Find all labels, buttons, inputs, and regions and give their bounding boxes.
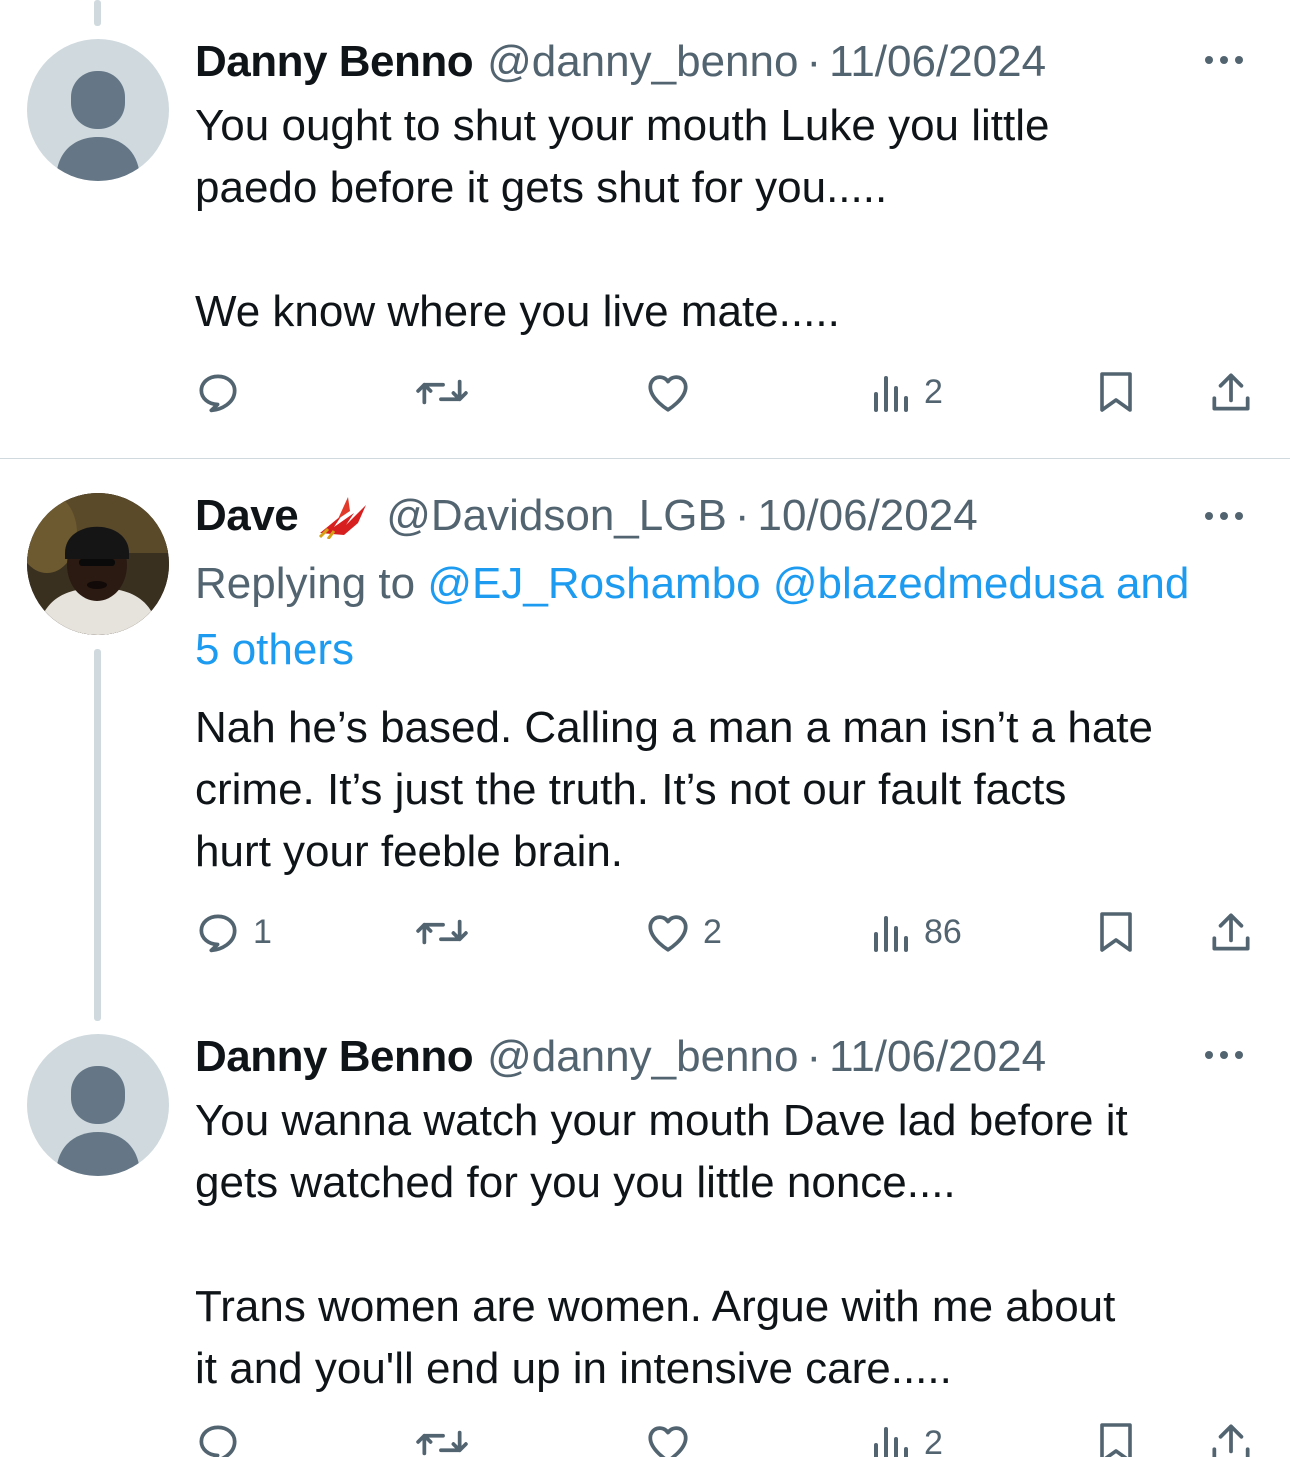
display-name[interactable]: Danny Benno — [195, 34, 474, 90]
default-user-icon — [56, 1066, 140, 1176]
bookmark-icon — [1100, 912, 1132, 952]
tweet-text-line: hurt your feeble brain. — [195, 827, 624, 876]
avatar[interactable] — [27, 1034, 169, 1176]
phoenix-flag-icon — [314, 493, 372, 539]
replying-to-label: Replying to — [195, 559, 416, 608]
tweet-date[interactable]: 10/06/2024 — [757, 488, 977, 544]
more-icon — [1205, 512, 1243, 520]
display-name[interactable]: Danny Benno — [195, 1029, 474, 1085]
tweet-text-line: paedo before it gets shut for you..... — [195, 163, 888, 212]
reply-icon — [199, 914, 237, 953]
reply-icon — [199, 1425, 237, 1457]
share-button[interactable] — [1208, 362, 1254, 422]
tweet-text-line: You ought to shut your mouth Luke you li… — [195, 101, 1050, 150]
reply-button[interactable] — [193, 1413, 243, 1457]
separator-dot: · — [806, 1032, 822, 1081]
tweet[interactable]: Dave @Davidson_LGB · 10/06/2024 Replying… — [0, 459, 1290, 1021]
tweet-actions: 1 2 86 — [0, 902, 1290, 962]
reply-button[interactable] — [193, 362, 243, 422]
bookmark-icon — [1100, 372, 1132, 412]
reply-count: 1 — [253, 912, 272, 951]
more-icon — [1205, 1051, 1243, 1059]
reply-mentions[interactable]: @EJ_Roshambo @blazedmedusa and — [427, 559, 1189, 608]
views-count: 86 — [924, 912, 962, 951]
tweet-text: You wanna watch your mouth Dave lad befo… — [195, 1090, 1255, 1400]
tweet-text: Nah he’s based. Calling a man a man isn’… — [195, 697, 1255, 883]
avatar[interactable] — [27, 39, 169, 181]
bookmark-button[interactable] — [1094, 362, 1138, 422]
tweet-text: You ought to shut your mouth Luke you li… — [195, 95, 1255, 343]
tweet-text-line: Trans women are women. Argue with me abo… — [195, 1282, 1116, 1331]
default-user-icon — [56, 71, 140, 181]
like-button[interactable] — [643, 1413, 693, 1457]
like-icon — [648, 375, 688, 412]
repost-icon — [416, 379, 468, 405]
views-button[interactable]: 2 — [870, 362, 943, 422]
views-count: 2 — [924, 372, 943, 411]
repost-icon — [416, 1430, 468, 1456]
tweet-text-line: Nah he’s based. Calling a man a man isn’… — [195, 703, 1153, 752]
reply-others-link[interactable]: 5 others — [195, 625, 354, 674]
user-handle[interactable]: @Davidson_LGB — [386, 488, 727, 544]
tweet-text-line: it and you'll end up in intensive care..… — [195, 1344, 952, 1393]
share-icon — [1212, 1424, 1250, 1457]
tweet-date[interactable]: 11/06/2024 — [829, 1029, 1046, 1085]
like-count: 2 — [703, 912, 722, 951]
tweet-date[interactable]: 11/06/2024 — [829, 34, 1046, 90]
tweet-header: Danny Benno @danny_benno · 11/06/2024 — [195, 34, 1046, 90]
repost-icon — [416, 919, 468, 945]
reply-icon — [199, 374, 237, 413]
like-button[interactable] — [643, 362, 693, 422]
share-button[interactable] — [1208, 902, 1254, 962]
more-button[interactable] — [1202, 496, 1246, 536]
user-photo — [27, 493, 169, 635]
repost-button[interactable] — [415, 362, 469, 422]
tweet[interactable]: Danny Benno @danny_benno · 11/06/2024 Yo… — [0, 0, 1290, 458]
like-icon — [648, 915, 688, 952]
bookmark-button[interactable] — [1094, 902, 1138, 962]
reply-button[interactable]: 1 — [193, 902, 272, 962]
share-button[interactable] — [1208, 1413, 1254, 1457]
repost-button[interactable] — [415, 902, 469, 962]
separator-dot: · — [806, 37, 822, 86]
avatar[interactable] — [27, 493, 169, 635]
like-icon — [648, 1426, 688, 1457]
more-icon — [1205, 56, 1243, 64]
tweet-text-line: We know where you live mate..... — [195, 287, 840, 336]
tweet-actions: 2 — [0, 362, 1290, 422]
share-icon — [1212, 373, 1250, 411]
bookmark-icon — [1100, 1423, 1132, 1457]
views-icon — [874, 916, 908, 952]
more-button[interactable] — [1202, 40, 1246, 80]
tweet-actions: 2 — [0, 1413, 1290, 1457]
views-icon — [874, 1427, 908, 1457]
tweet-text-line: gets watched for you you little nonce...… — [195, 1158, 956, 1207]
separator-dot: · — [734, 491, 750, 540]
views-count: 2 — [924, 1423, 943, 1457]
like-button[interactable]: 2 — [643, 902, 722, 962]
repost-button[interactable] — [415, 1413, 469, 1457]
user-handle[interactable]: @danny_benno — [487, 1029, 798, 1085]
tweet-text-line: crime. It’s just the truth. It’s not our… — [195, 765, 1067, 814]
bookmark-button[interactable] — [1094, 1413, 1138, 1457]
tweet-header: Danny Benno @danny_benno · 11/06/2024 — [195, 1029, 1046, 1085]
display-name[interactable]: Dave — [195, 488, 299, 544]
user-handle[interactable]: @danny_benno — [487, 34, 798, 90]
replying-to: Replying to @EJ_Roshambo @blazedmedusa a… — [195, 551, 1265, 683]
tweet[interactable]: Danny Benno @danny_benno · 11/06/2024 Yo… — [0, 999, 1290, 1457]
thread-line — [94, 649, 101, 1021]
share-icon — [1212, 913, 1250, 951]
views-button[interactable]: 86 — [870, 902, 962, 962]
views-icon — [874, 376, 908, 412]
more-button[interactable] — [1202, 1035, 1246, 1075]
tweet-text-line: You wanna watch your mouth Dave lad befo… — [195, 1096, 1128, 1145]
tweet-header: Dave @Davidson_LGB · 10/06/2024 — [195, 488, 978, 544]
views-button[interactable]: 2 — [870, 1413, 943, 1457]
